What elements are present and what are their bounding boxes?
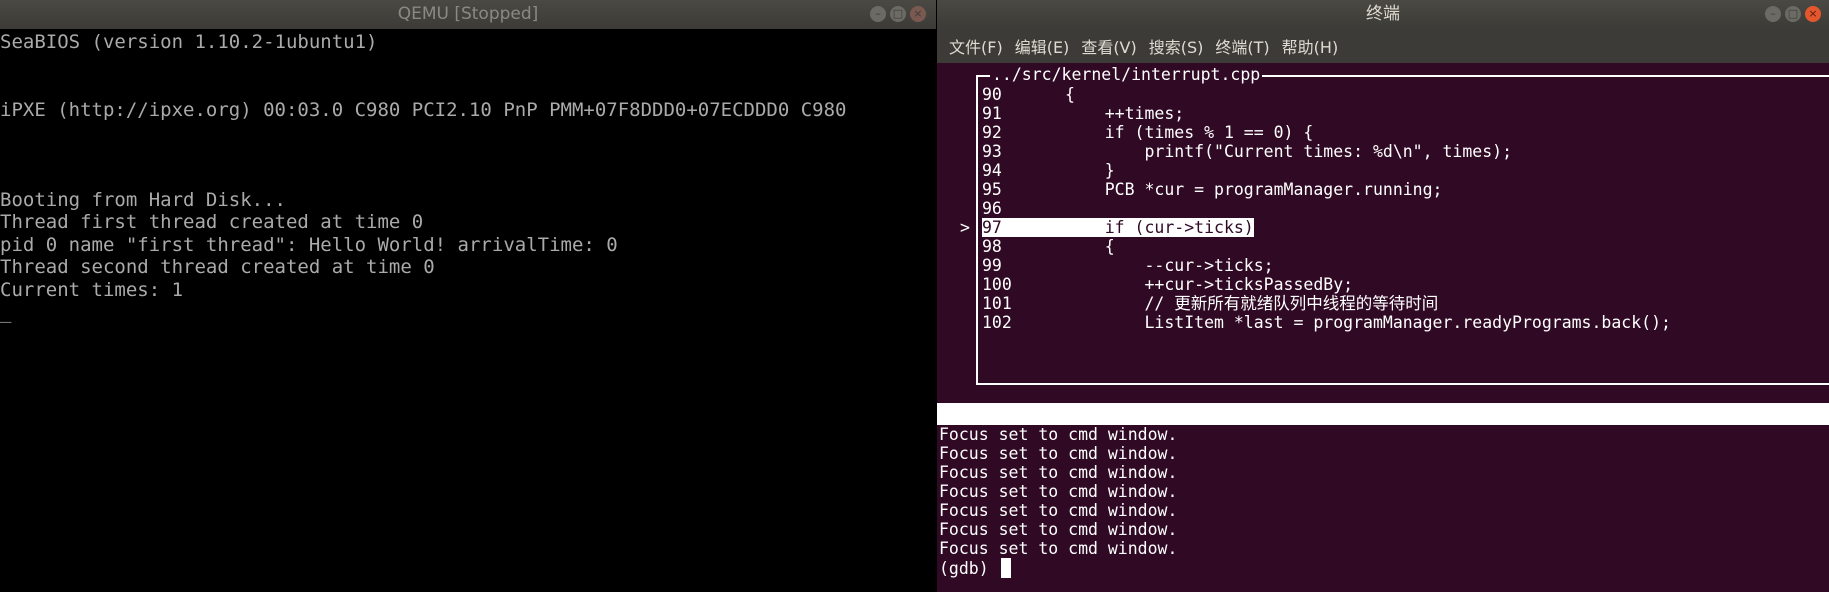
line-code: // 更新所有就绪队列中线程的等待时间 <box>1065 294 1439 313</box>
line-number: 96 <box>982 199 1002 218</box>
close-icon[interactable]: × <box>1805 6 1821 22</box>
line-number: 90 <box>982 85 1002 104</box>
console-line: _ <box>0 301 12 323</box>
source-line[interactable]: 98 { <box>978 237 1829 256</box>
line-number: 97 <box>982 218 1002 237</box>
minimize-icon[interactable]: – <box>1765 6 1781 22</box>
source-line[interactable]: 92 if (times % 1 == 0) { <box>978 123 1829 142</box>
terminal-titlebar[interactable]: 终端 – □ × <box>937 0 1829 29</box>
menu-view[interactable]: 查看(V) <box>1075 34 1142 58</box>
line-number: 95 <box>982 180 1002 199</box>
minimize-icon[interactable]: – <box>870 6 886 22</box>
text-cursor <box>1000 558 1011 578</box>
menu-search[interactable]: 搜索(S) <box>1143 34 1210 58</box>
line-code: if (cur->ticks) <box>1065 218 1254 237</box>
source-line[interactable]: 102 ListItem *last = programManager.read… <box>978 313 1829 332</box>
source-line[interactable]: 95 PCB *cur = programManager.running; <box>978 180 1829 199</box>
source-window[interactable]: ../src/kernel/interrupt.cpp 90 {91 ++time… <box>960 64 1829 385</box>
source-line[interactable]: 96 <box>978 199 1829 218</box>
source-line[interactable]: 94 } <box>978 161 1829 180</box>
line-code: printf("Current times: %d\n", times); <box>1065 142 1513 161</box>
source-line[interactable]: 101 // 更新所有就绪队列中线程的等待时间 <box>978 294 1829 313</box>
terminal-window-title: 终端 <box>1366 4 1400 24</box>
source-line[interactable]: 100 ++cur->ticksPassedBy; <box>978 275 1829 294</box>
line-number: 102 <box>982 313 1012 332</box>
maximize-icon[interactable]: □ <box>890 6 906 22</box>
line-number: 93 <box>982 142 1002 161</box>
line-code: ++times; <box>1065 104 1185 123</box>
gdb-prompt-line[interactable]: (gdb) <box>939 558 1011 580</box>
line-number: 92 <box>982 123 1002 142</box>
qemu-window-title: QEMU [Stopped] <box>397 4 539 24</box>
source-line[interactable]: 91 ++times; <box>978 104 1829 123</box>
line-number: 94 <box>982 161 1002 180</box>
source-file-path: ../src/kernel/interrupt.cpp <box>990 64 1263 86</box>
line-code: { <box>1065 85 1075 104</box>
line-number: 100 <box>982 275 1012 294</box>
console-line: Thread first thread created at time 0 <box>0 211 424 233</box>
line-code: } <box>1065 161 1115 180</box>
console-line: Current times: 1 <box>0 278 184 301</box>
source-line[interactable]: 90 { <box>978 85 1829 104</box>
qemu-vga-console[interactable]: SeaBIOS (version 1.10.2-1ubuntu1) iPXE (h… <box>0 29 936 324</box>
line-number: 101 <box>982 294 1012 313</box>
line-number: 91 <box>982 104 1002 123</box>
current-line-marker: > <box>960 218 970 237</box>
console-line: Thread second thread created at time 0 <box>0 256 435 278</box>
gdb-prompt: (gdb) <box>939 559 999 578</box>
line-code: ++cur->ticksPassedBy; <box>1065 275 1354 294</box>
menu-terminal[interactable]: 终端(T) <box>1209 34 1275 58</box>
qemu-window: QEMU [Stopped] – □ × SeaBIOS (version 1.… <box>0 0 936 592</box>
terminal-window: 终端 – □ × 文件(F) 编辑(E) 查看(V) 搜索(S) 终端(T) 帮… <box>937 0 1829 592</box>
close-icon[interactable]: × <box>910 6 926 22</box>
line-number: 99 <box>982 256 1002 275</box>
menu-file[interactable]: 文件(F) <box>943 34 1009 58</box>
console-line: SeaBIOS (version 1.10.2-1ubuntu1) <box>0 31 378 53</box>
gdb-status-bar: remote Thread 1 In: c_time_interrupt_han… <box>937 403 1829 467</box>
line-number: 98 <box>982 237 1002 256</box>
line-code: ListItem *last = programManager.readyPro… <box>1065 313 1671 332</box>
console-line: Booting from Hard Disk... <box>0 188 286 211</box>
menu-edit[interactable]: 编辑(E) <box>1009 34 1076 58</box>
source-line[interactable]: 93 printf("Current times: %d\n", times); <box>978 142 1829 161</box>
qemu-titlebar[interactable]: QEMU [Stopped] – □ × <box>0 0 936 29</box>
terminal-menubar: 文件(F) 编辑(E) 查看(V) 搜索(S) 终端(T) 帮助(H) <box>937 29 1829 63</box>
source-line[interactable]: 99 --cur->ticks; <box>978 256 1829 275</box>
maximize-icon[interactable]: □ <box>1785 6 1801 22</box>
line-code: --cur->ticks; <box>1065 256 1274 275</box>
status-pc: PC: 0x20957 <box>1689 448 1799 467</box>
status-line: L97 <box>1620 448 1650 467</box>
line-code: { <box>1065 237 1115 256</box>
line-code: if (times % 1 == 0) { <box>1065 123 1314 142</box>
source-line[interactable]: 97 if (cur->ticks) > <box>960 218 1829 237</box>
current-line-highlight: 97 if (cur->ticks) <box>982 218 1254 237</box>
console-line: iPXE (http://ipxe.org) 00:03.0 C980 PCI2… <box>0 98 847 121</box>
menu-help[interactable]: 帮助(H) <box>1276 34 1345 58</box>
console-line: pid 0 name "first thread": Hello World! … <box>0 233 618 256</box>
line-code: PCB *cur = programManager.running; <box>1065 180 1443 199</box>
gdb-tui[interactable]: ../src/kernel/interrupt.cpp 90 {91 ++time… <box>937 63 1829 592</box>
status-line-pc: L97 PC: 0x20957 <box>1620 447 1799 469</box>
